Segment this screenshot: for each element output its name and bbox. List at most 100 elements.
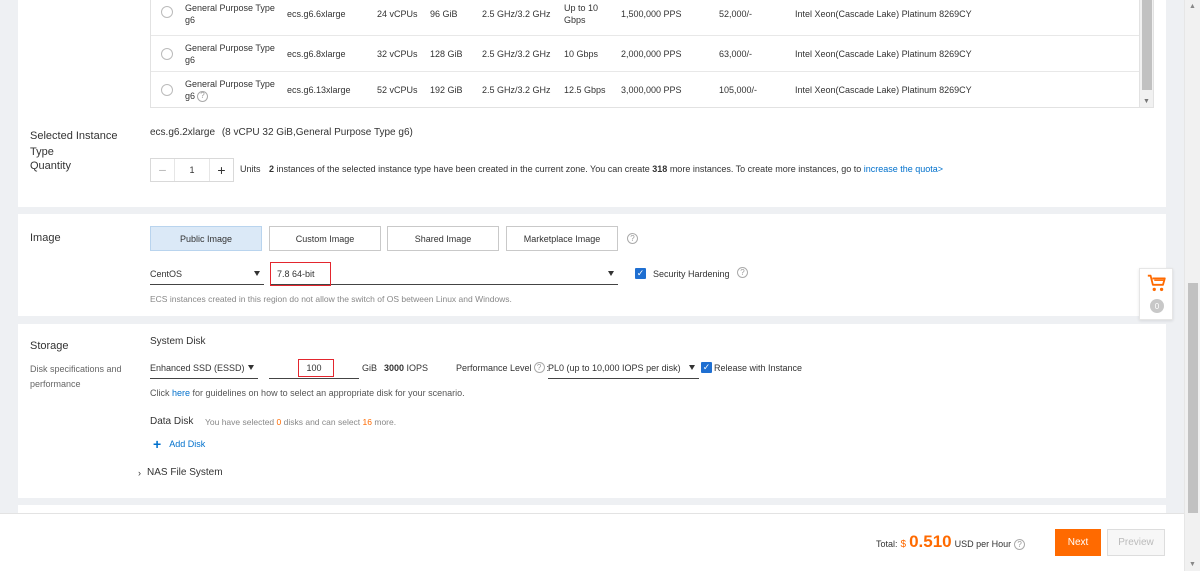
tab-custom-image[interactable]: Custom Image	[269, 226, 381, 251]
scroll-down-icon[interactable]: ▼	[1143, 98, 1150, 105]
processor-model: Intel Xeon(Cascade Lake) Platinum 8269CY	[795, 9, 972, 19]
tab-public-image[interactable]: Public Image	[150, 226, 262, 251]
guide-text: Click	[150, 388, 172, 398]
scroll-down-icon[interactable]: ▼	[1189, 561, 1196, 568]
total-price: Total: $ 0.510 USD per Hour ?	[876, 532, 1026, 552]
performance-help-icon[interactable]: ?	[533, 362, 545, 373]
family-label: g6	[185, 91, 196, 101]
clock-speed: 2.5 GHz/3.2 GHz	[482, 9, 551, 19]
page-scrollbar[interactable]: ▲ ▼	[1184, 0, 1200, 571]
scroll-up-icon[interactable]: ▲	[1189, 3, 1196, 10]
vcpu-count: 52 vCPUs	[377, 85, 418, 95]
system-disk-title: System Disk	[150, 336, 206, 347]
instance-radio[interactable]	[161, 84, 173, 96]
quantity-stepper: − 1 +	[150, 158, 234, 182]
page-scrollbar-thumb[interactable]	[1188, 283, 1198, 513]
data-disk-remaining-count: 16	[362, 417, 372, 427]
chevron-down-icon	[608, 270, 614, 276]
instance-type-name: ecs.g6.13xlarge	[287, 85, 351, 95]
quantity-info: 2 instances of the selected instance typ…	[269, 164, 943, 174]
performance-level-value: PL0 (up to 10,000 IOPS per disk)	[548, 362, 681, 373]
size-highlight-box	[298, 359, 334, 377]
iops-value: 3000	[384, 363, 405, 373]
vcpu-count: 24 vCPUs	[377, 9, 418, 19]
question-icon[interactable]: ?	[197, 90, 209, 102]
family-label: General Purpose Type	[185, 43, 275, 53]
table-row[interactable]: General Purpose Type g6 ecs.g6.6xlarge 2…	[151, 0, 1139, 36]
data-disk-text: You have selected	[205, 417, 277, 427]
security-help-icon[interactable]: ?	[737, 267, 748, 278]
tab-marketplace-image[interactable]: Marketplace Image	[506, 226, 618, 251]
next-button[interactable]: Next	[1055, 529, 1101, 556]
disk-iops: 3000 IOPS	[384, 363, 428, 373]
selected-instance-summary: ecs.g6.2xlarge (8 vCPU 32 GiB,General Pu…	[150, 127, 413, 138]
bandwidth: Up to 10	[564, 3, 599, 13]
quantity-increment-button[interactable]: +	[209, 159, 233, 181]
table-row[interactable]: General Purpose Type g6 ecs.g6.8xlarge 3…	[151, 36, 1139, 72]
total-amount: 0.510	[909, 532, 952, 551]
iops-unit: IOPS	[406, 363, 429, 373]
performance-level-select[interactable]: PL0 (up to 10,000 IOPS per disk)	[548, 357, 699, 379]
data-disk-text: disks and can select	[281, 417, 363, 427]
storage-label: Storage	[30, 340, 69, 352]
memory-size: 96 GiB	[430, 9, 458, 19]
image-help-icon[interactable]: ?	[627, 233, 638, 244]
quantity-info-text: instances of the selected instance type …	[274, 164, 653, 174]
tab-shared-image[interactable]: Shared Image	[387, 226, 499, 251]
security-hardening-checkbox[interactable]: ✓	[635, 268, 646, 279]
add-disk-button[interactable]: + Add Disk	[153, 437, 205, 451]
nas-file-system-toggle[interactable]: › NAS File System	[138, 467, 223, 478]
family-label: g6	[185, 15, 196, 25]
family-label: g6	[185, 55, 196, 65]
table-scrollbar-thumb[interactable]	[1142, 0, 1152, 90]
disk-size-unit: GiB	[362, 363, 378, 373]
packet-rate: 1,500,000 PPS	[621, 9, 682, 19]
table-scrollbar[interactable]: ▼	[1139, 0, 1153, 107]
quantity-decrement-button[interactable]: −	[151, 159, 175, 181]
os-value: CentOS	[150, 268, 183, 279]
release-with-instance-checkbox[interactable]: ✓	[701, 362, 712, 373]
quantity-input[interactable]: 1	[175, 159, 209, 181]
cart-icon	[1147, 274, 1166, 292]
table-row[interactable]: General Purpose Type g6 ? ecs.g6.13xlarg…	[151, 72, 1139, 107]
bandwidth: 12.5 Gbps	[564, 85, 606, 95]
ipv6-info: 63,000/-	[719, 49, 753, 59]
memory-size: 128 GiB	[430, 49, 463, 59]
disk-guide-text: Click here for guidelines on how to sele…	[150, 388, 465, 398]
security-hardening-label: Security Hardening	[653, 269, 730, 279]
performance-level-text: Performance Level	[456, 362, 532, 373]
ipv6-info: 105,000/-	[719, 85, 758, 95]
guide-here-link[interactable]: here	[172, 388, 190, 398]
vcpu-count: 32 vCPUs	[377, 49, 418, 59]
quantity-units: Units	[240, 164, 261, 174]
packet-rate: 3,000,000 PPS	[621, 85, 682, 95]
chevron-right-icon: ›	[138, 467, 141, 478]
storage-sublabel-line: Disk specifications and	[30, 364, 122, 374]
price-help-icon[interactable]: ?	[1014, 539, 1026, 550]
quantity-label: Quantity	[30, 160, 71, 172]
disk-type-select[interactable]: Enhanced SSD (ESSD)	[150, 357, 258, 379]
selected-instance-label: Selected Instance Type	[30, 130, 118, 158]
disk-type-value: Enhanced SSD (ESSD)	[150, 362, 245, 373]
increase-quota-link[interactable]: increase the quota>	[864, 164, 943, 174]
memory-size: 192 GiB	[430, 85, 463, 95]
data-disk-info: You have selected 0 disks and can select…	[205, 417, 396, 427]
instance-radio[interactable]	[161, 48, 173, 60]
guide-text: for guidelines on how to select an appro…	[190, 388, 465, 398]
bandwidth: Gbps	[564, 15, 586, 25]
chevron-down-icon	[689, 364, 695, 370]
storage-sublabel: Disk specifications and performance	[30, 362, 122, 392]
instance-radio[interactable]	[161, 6, 173, 18]
family-label: General Purpose Type	[185, 3, 275, 13]
instance-type-name: ecs.g6.8xlarge	[287, 49, 346, 59]
os-select[interactable]: CentOS	[150, 263, 264, 285]
quantity-info-text: more instances. To create more instances…	[667, 164, 864, 174]
instance-type-table: General Purpose Type g6 ecs.g6.6xlarge 2…	[150, 0, 1154, 108]
chevron-down-icon	[254, 270, 260, 276]
cart-widget[interactable]: 0	[1139, 268, 1173, 320]
cart-count-badge: 0	[1150, 299, 1164, 313]
version-highlight-box	[270, 262, 331, 286]
price-unit: USD per Hour	[954, 539, 1012, 549]
data-disk-title: Data Disk	[150, 416, 194, 427]
preview-button[interactable]: Preview	[1107, 529, 1165, 556]
